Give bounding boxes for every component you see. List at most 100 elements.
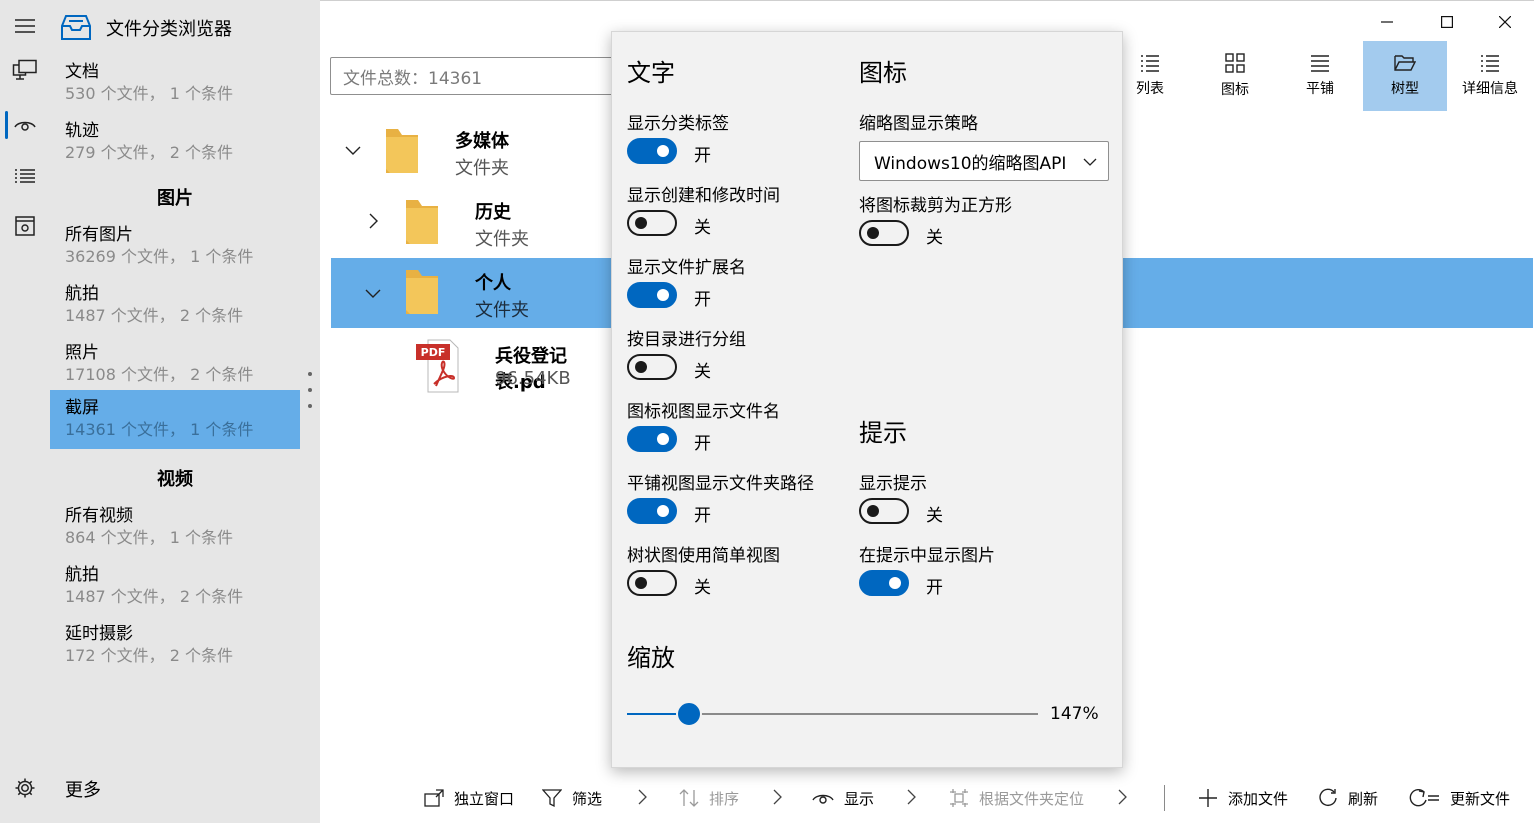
- toggle-state: 关: [926, 228, 943, 248]
- crop-icons-square-toggle[interactable]: [859, 220, 909, 246]
- locate-by-folder-button[interactable]: 根据文件夹定位: [949, 785, 1084, 811]
- sidebar-item-count: 172 个文件， 2 个条件: [65, 646, 233, 665]
- hamburger-menu-button[interactable]: [0, 4, 50, 48]
- maximize-icon: [1441, 16, 1453, 28]
- sidebar-item-all-pictures[interactable]: 所有图片 36269 个文件， 1 个条件: [50, 217, 300, 276]
- maximize-button[interactable]: [1432, 9, 1462, 35]
- rail-list-button[interactable]: [0, 154, 50, 198]
- inbox-tray-icon: [60, 14, 92, 42]
- chevron-right-icon[interactable]: [364, 212, 384, 232]
- search-input[interactable]: 文件总数：14361: [330, 57, 630, 95]
- rail-more-button[interactable]: [0, 766, 50, 810]
- sidebar-item-count: 864 个文件， 1 个条件: [65, 528, 233, 547]
- sidebar-item-photos[interactable]: 照片 17108 个文件， 2 个条件: [50, 335, 300, 394]
- chevron-down-icon[interactable]: [344, 141, 364, 161]
- view-details-button[interactable]: 详细信息: [1448, 41, 1532, 111]
- toggle-knob: [867, 227, 879, 239]
- rail-view-button[interactable]: [0, 103, 50, 147]
- gear-icon: [14, 777, 36, 799]
- standalone-window-label: 独立窗口: [454, 789, 515, 808]
- sidebar-resize-handle[interactable]: [307, 372, 313, 408]
- settings-panel-icon: [14, 215, 36, 237]
- search-placeholder: 文件总数：14361: [343, 68, 483, 89]
- toggle-knob: [657, 289, 669, 301]
- toggle-state: 关: [694, 218, 711, 238]
- tree-row-pdf-file[interactable]: PDF 兵役登记表.pd 96.54KB: [330, 331, 610, 401]
- locate-by-folder-label: 根据文件夹定位: [979, 789, 1085, 808]
- select-value: Windows10的缩略图API: [874, 153, 1067, 174]
- sidebar-item-aerial-videos[interactable]: 航拍 1487 个文件， 2 个条件: [50, 557, 300, 616]
- tree-item-size: 96.54KB: [495, 368, 571, 389]
- category-sidebar: 文件分类浏览器 文档 530 个文件， 1 个条件 轨迹 279 个文件， 2 …: [50, 0, 320, 823]
- more-link[interactable]: 更多: [65, 776, 101, 802]
- show-images-in-tips-toggle[interactable]: [859, 570, 909, 596]
- sidebar-item-label: 文档: [65, 62, 99, 82]
- chevron-right-icon: [771, 788, 783, 806]
- devices-icon: [12, 59, 38, 81]
- view-icons-button[interactable]: 图标: [1193, 41, 1277, 111]
- toggle-state: 开: [926, 578, 943, 598]
- view-tiles-button[interactable]: 平铺: [1278, 41, 1362, 111]
- sidebar-item-label: 延时摄影: [65, 624, 133, 644]
- view-button-label: 图标: [1221, 82, 1249, 98]
- close-button[interactable]: [1490, 9, 1520, 35]
- sidebar-item-count: 36269 个文件， 1 个条件: [65, 247, 254, 266]
- sidebar-item-tracks[interactable]: 轨迹 279 个文件， 2 个条件: [50, 113, 300, 172]
- tile-view-folder-path-toggle[interactable]: [627, 498, 677, 524]
- thumbnail-strategy-select[interactable]: Windows10的缩略图API: [859, 141, 1109, 181]
- sort-label: 排序: [709, 789, 740, 808]
- app-title-bar: 文件分类浏览器: [60, 10, 232, 46]
- sidebar-item-documents[interactable]: 文档 530 个文件， 1 个条件: [50, 54, 300, 113]
- zoom-section-title: 缩放: [627, 644, 675, 672]
- option-label: 树状图使用简单视图: [627, 546, 780, 566]
- display-label: 显示: [844, 789, 875, 808]
- standalone-window-button[interactable]: 独立窗口: [424, 785, 514, 811]
- minimize-button[interactable]: [1372, 9, 1402, 35]
- add-files-button[interactable]: 添加文件: [1198, 785, 1288, 811]
- sidebar-item-count: 14361 个文件， 1 个条件: [65, 420, 254, 439]
- view-tree-button[interactable]: 树型: [1363, 41, 1447, 111]
- show-extensions-toggle[interactable]: [627, 282, 677, 308]
- toggle-knob: [889, 577, 901, 589]
- group-by-directory-toggle[interactable]: [627, 354, 677, 380]
- filter-button[interactable]: 筛选: [542, 785, 602, 811]
- update-files-button[interactable]: 更新文件: [1408, 785, 1510, 811]
- tree-simple-view-toggle[interactable]: [627, 570, 677, 596]
- sidebar-item-label: 航拍: [65, 565, 99, 585]
- chevron-right-icon: [1116, 788, 1128, 806]
- option-label: 显示创建和修改时间: [627, 186, 780, 206]
- display-button[interactable]: 显示: [812, 785, 874, 811]
- chevron-right-icon: [636, 788, 648, 806]
- show-category-tags-toggle[interactable]: [627, 138, 677, 164]
- toggle-state: 开: [694, 290, 711, 310]
- folder-icon: [402, 196, 442, 248]
- chevron-down-icon[interactable]: [364, 284, 384, 304]
- view-button-label: 详细信息: [1462, 81, 1518, 97]
- icon-view-filename-toggle[interactable]: [627, 426, 677, 452]
- tips-section-title: 提示: [859, 419, 907, 447]
- sidebar-item-timelapse[interactable]: 延时摄影 172 个文件， 2 个条件: [50, 616, 300, 675]
- sidebar-item-label: 截屏: [65, 398, 99, 418]
- toggle-knob: [635, 361, 647, 373]
- tree-item-type: 文件夹: [475, 229, 529, 250]
- new-window-icon: [424, 789, 444, 807]
- sidebar-item-label: 所有视频: [65, 506, 133, 526]
- rail-devices-button[interactable]: [0, 48, 50, 92]
- show-timestamps-toggle[interactable]: [627, 210, 677, 236]
- filter-icon: [542, 788, 562, 808]
- show-tips-toggle[interactable]: [859, 498, 909, 524]
- sidebar-item-count: 530 个文件， 1 个条件: [65, 84, 233, 103]
- sidebar-item-screenshots[interactable]: 截屏 14361 个文件， 1 个条件: [50, 390, 300, 449]
- option-label: 按目录进行分组: [627, 330, 746, 350]
- grid-icon: [1225, 53, 1245, 73]
- rail-settings-panel-button[interactable]: [0, 204, 50, 248]
- sort-button[interactable]: 排序: [679, 785, 739, 811]
- sidebar-item-all-videos[interactable]: 所有视频 864 个文件， 1 个条件: [50, 498, 300, 557]
- zoom-slider-thumb[interactable]: [676, 701, 702, 727]
- refresh-label: 刷新: [1348, 789, 1379, 808]
- refresh-button[interactable]: 刷新: [1318, 785, 1378, 811]
- zoom-value: 147%: [1050, 704, 1099, 724]
- sidebar-item-aerial-photos[interactable]: 航拍 1487 个文件， 2 个条件: [50, 276, 300, 335]
- eye-icon: [14, 118, 36, 132]
- tree-item-type: 文件夹: [475, 300, 529, 321]
